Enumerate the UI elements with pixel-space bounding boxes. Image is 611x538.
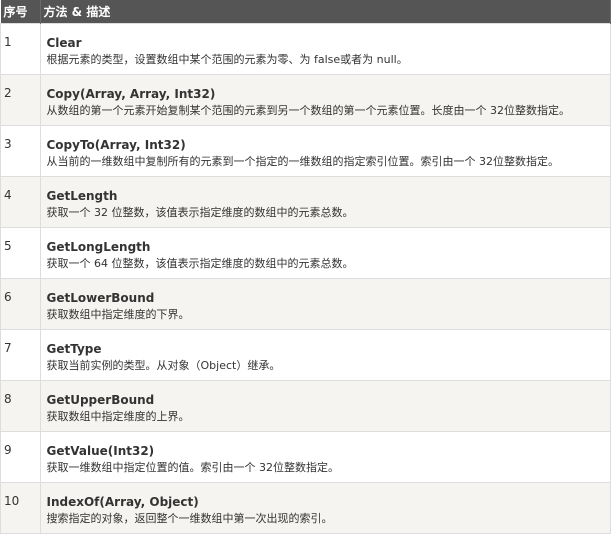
row-content: GetUpperBound 获取数组中指定维度的上界。: [39, 380, 611, 432]
method-name: GetLowerBound: [46, 291, 155, 305]
table-row: 9 GetValue(Int32) 获取一维数组中指定位置的值。索引由一个 32…: [0, 431, 611, 483]
method-name: GetUpperBound: [46, 393, 155, 407]
table-row: 10 IndexOf(Array, Object) 搜索指定的对象，返回整个一维…: [0, 482, 611, 534]
row-number: 8: [0, 380, 41, 432]
method-name: Copy(Array, Array, Int32): [46, 87, 216, 101]
row-content: GetLength 获取一个 32 位整数，该值表示指定维度的数组中的元素总数。: [39, 176, 611, 228]
methods-table: 序号 方法 & 描述 1 Clear 根据元素的类型，设置数组中某个范围的元素为…: [0, 0, 611, 534]
row-number: 5: [0, 227, 41, 279]
row-number: 3: [0, 125, 41, 177]
row-content: GetLongLength 获取一个 64 位整数，该值表示指定维度的数组中的元…: [39, 227, 611, 279]
row-content: Copy(Array, Array, Int32) 从数组的第一个元素开始复制某…: [39, 74, 611, 126]
method-name: IndexOf(Array, Object): [46, 495, 199, 509]
method-description: 从数组的第一个元素开始复制某个范围的元素到另一个数组的第一个元素位置。长度由一个…: [46, 104, 571, 117]
method-name: GetLength: [46, 189, 118, 203]
row-content: CopyTo(Array, Int32) 从当前的一维数组中复制所有的元素到一个…: [39, 125, 611, 177]
method-description: 根据元素的类型，设置数组中某个范围的元素为零、为 false或者为 null。: [46, 53, 408, 66]
row-content: GetType 获取当前实例的类型。从对象（Object）继承。: [39, 329, 611, 381]
method-description: 获取当前实例的类型。从对象（Object）继承。: [46, 359, 281, 372]
method-name: CopyTo(Array, Int32): [46, 138, 186, 152]
method-name: GetLongLength: [46, 240, 151, 254]
row-content: IndexOf(Array, Object) 搜索指定的对象，返回整个一维数组中…: [39, 482, 611, 534]
table-row: 8 GetUpperBound 获取数组中指定维度的上界。: [0, 380, 611, 432]
row-content: GetLowerBound 获取数组中指定维度的下界。: [39, 278, 611, 330]
table-row: 4 GetLength 获取一个 32 位整数，该值表示指定维度的数组中的元素总…: [0, 176, 611, 228]
table-row: 3 CopyTo(Array, Int32) 从当前的一维数组中复制所有的元素到…: [0, 125, 611, 177]
table-row: 7 GetType 获取当前实例的类型。从对象（Object）继承。: [0, 329, 611, 381]
header-method-description: 方法 & 描述: [40, 0, 611, 24]
table-row: 2 Copy(Array, Array, Int32) 从数组的第一个元素开始复…: [0, 74, 611, 126]
row-content: Clear 根据元素的类型，设置数组中某个范围的元素为零、为 false或者为 …: [39, 23, 611, 75]
method-description: 获取一个 32 位整数，该值表示指定维度的数组中的元素总数。: [46, 206, 354, 219]
method-name: GetValue(Int32): [46, 444, 155, 458]
method-description: 获取数组中指定维度的下界。: [46, 308, 190, 321]
row-content: GetValue(Int32) 获取一维数组中指定位置的值。索引由一个 32位整…: [39, 431, 611, 483]
row-number: 9: [0, 431, 41, 483]
method-name: GetType: [46, 342, 102, 356]
table-row: 6 GetLowerBound 获取数组中指定维度的下界。: [0, 278, 611, 330]
method-description: 获取一个 64 位整数，该值表示指定维度的数组中的元素总数。: [46, 257, 354, 270]
method-name: Clear: [46, 36, 82, 50]
row-number: 1: [0, 23, 41, 75]
method-description: 从当前的一维数组中复制所有的元素到一个指定的一维数组的指定索引位置。索引由一个 …: [46, 155, 560, 168]
row-number: 2: [0, 74, 41, 126]
row-number: 7: [0, 329, 41, 381]
table-header-row: 序号 方法 & 描述: [0, 0, 611, 24]
method-description: 获取数组中指定维度的上界。: [46, 410, 190, 423]
method-description: 获取一维数组中指定位置的值。索引由一个 32位整数指定。: [46, 461, 340, 474]
header-number: 序号: [0, 0, 41, 24]
row-number: 6: [0, 278, 41, 330]
row-number: 10: [0, 482, 41, 534]
row-number: 4: [0, 176, 41, 228]
table-row: 5 GetLongLength 获取一个 64 位整数，该值表示指定维度的数组中…: [0, 227, 611, 279]
table-row: 1 Clear 根据元素的类型，设置数组中某个范围的元素为零、为 false或者…: [0, 23, 611, 75]
method-description: 搜索指定的对象，返回整个一维数组中第一次出现的索引。: [46, 512, 333, 525]
